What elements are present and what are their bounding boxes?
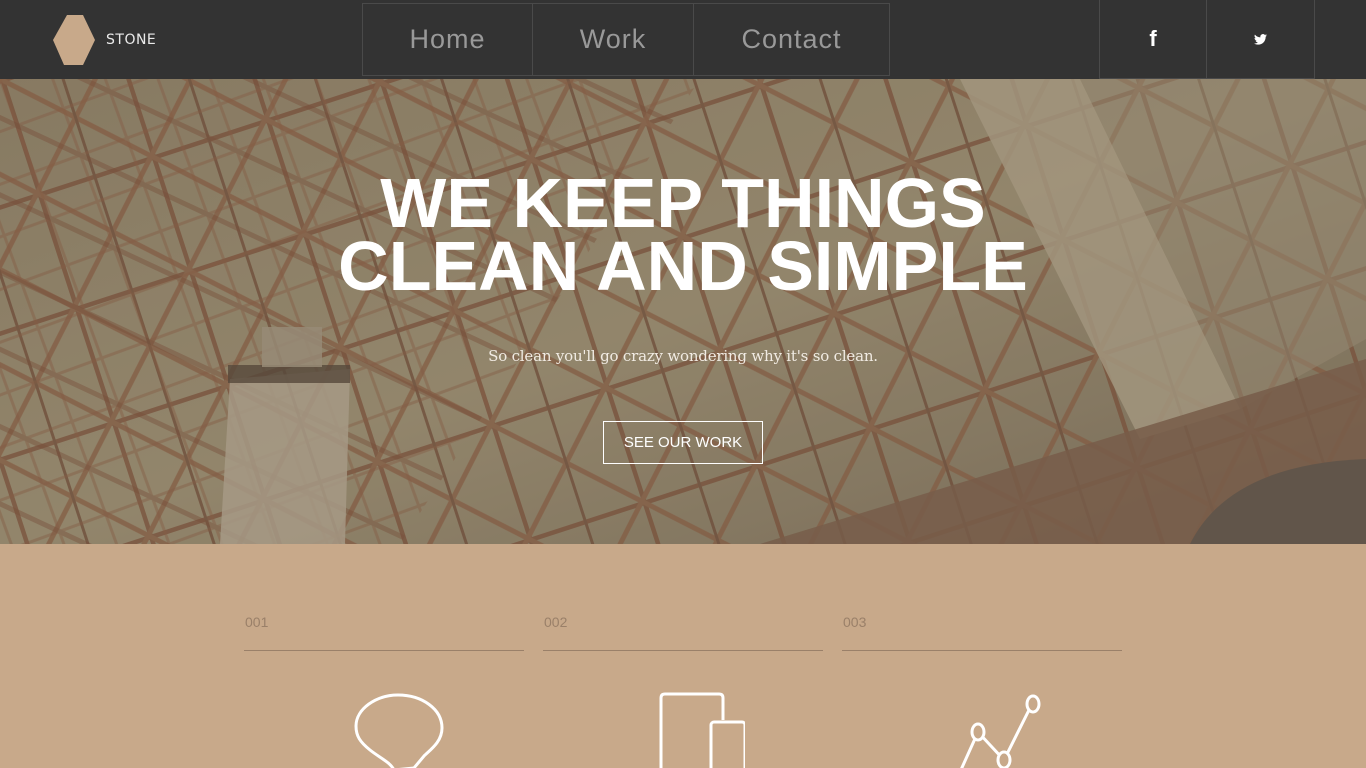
- twitter-button[interactable]: [1207, 0, 1315, 79]
- feature-number: 003: [843, 614, 867, 630]
- social-links: f: [1099, 0, 1315, 79]
- nav-work[interactable]: Work: [533, 3, 694, 76]
- top-navigation-bar: STONE Home Work Contact f: [0, 0, 1366, 79]
- bridge-background-image: [0, 79, 1366, 544]
- feature-divider: [842, 650, 1122, 651]
- brand-logo-link[interactable]: STONE: [52, 14, 156, 66]
- feature-column: 003: [842, 544, 1122, 768]
- hexagon-logo-icon: [53, 15, 95, 65]
- facebook-button[interactable]: f: [1099, 0, 1207, 79]
- feature-number: 001: [245, 614, 269, 630]
- feature-number: 002: [544, 614, 568, 630]
- hero-title-line1: WE KEEP THINGS: [380, 164, 986, 242]
- nav-home[interactable]: Home: [362, 3, 533, 76]
- see-our-work-button[interactable]: SEE OUR WORK: [603, 421, 763, 464]
- feature-column: 001: [244, 544, 524, 768]
- feature-divider: [244, 650, 524, 651]
- twitter-icon: [1254, 33, 1267, 45]
- brand-name: STONE: [106, 32, 157, 48]
- facebook-icon: f: [1149, 26, 1157, 51]
- main-menu: Home Work Contact: [362, 3, 890, 76]
- features-section: 001 002 003: [0, 544, 1366, 768]
- lightbulb-icon: [354, 693, 444, 768]
- feature-column: 002: [543, 544, 823, 768]
- nav-contact[interactable]: Contact: [694, 3, 890, 76]
- hero-subtitle: So clean you'll go crazy wondering why i…: [488, 347, 878, 365]
- devices-icon: [659, 692, 745, 768]
- hero-section: WE KEEP THINGS CLEAN AND SIMPLE So clean…: [0, 79, 1366, 544]
- feature-divider: [543, 650, 823, 651]
- hero-title: WE KEEP THINGS CLEAN AND SIMPLE: [0, 164, 1366, 305]
- hero-title-line2: CLEAN AND SIMPLE: [338, 227, 1028, 305]
- line-graph-icon: [960, 694, 1041, 768]
